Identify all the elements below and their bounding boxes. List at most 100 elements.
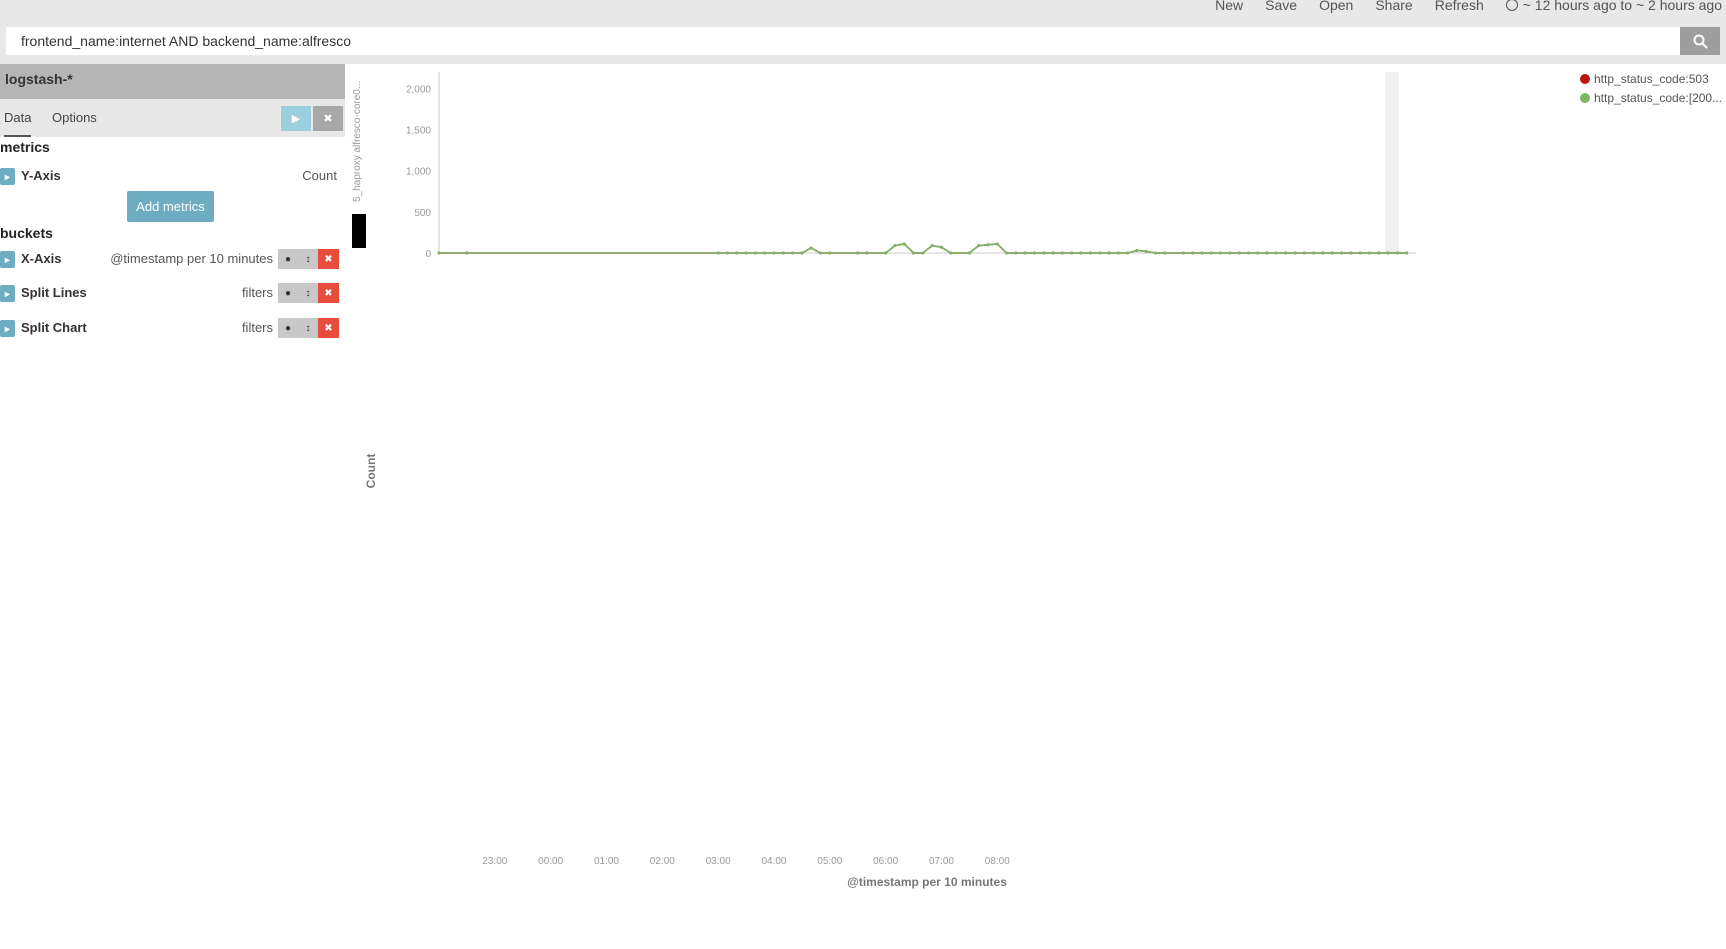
apply-button[interactable]: ▶	[281, 106, 311, 131]
data-point	[1181, 251, 1185, 255]
y-tick-label: 500	[414, 208, 431, 219]
data-point	[1079, 251, 1083, 255]
chevron-right-icon[interactable]: ►	[0, 320, 15, 337]
y-axis-title: Count	[364, 454, 378, 489]
discard-button[interactable]: ✖	[313, 106, 343, 131]
data-point	[1265, 251, 1269, 255]
bucket-row-split-chart[interactable]: ► Split Chart filters ● ↕ ✖	[0, 316, 345, 340]
bucket-label: X-Axis	[21, 251, 62, 266]
chevron-right-icon[interactable]: ►	[0, 251, 15, 268]
data-point	[949, 251, 953, 255]
y-tick-label: 2,000	[406, 84, 431, 95]
bucket-controls: ● ↕ ✖	[278, 318, 340, 338]
search-bar: frontend_name:internet AND backend_name:…	[0, 18, 1726, 64]
x-tick-label: 08:00	[985, 856, 1010, 867]
share-button[interactable]: Share	[1375, 0, 1412, 13]
panel-row-label: 5_haproxy alfresco-core0...	[352, 81, 363, 202]
data-point	[1405, 251, 1409, 255]
metrics-header: metrics	[0, 139, 50, 155]
legend-item-200[interactable]: http_status_code:[200...	[1580, 88, 1726, 107]
data-point	[1386, 251, 1390, 255]
x-axis-title: @timestamp per 10 minutes	[847, 875, 1007, 889]
data-point	[1191, 251, 1195, 255]
data-point	[1395, 251, 1399, 255]
chevron-right-icon[interactable]: ►	[0, 285, 15, 302]
data-point	[1274, 251, 1278, 255]
x-tick-label: 04:00	[761, 856, 786, 867]
data-point	[753, 251, 757, 255]
tab-options[interactable]: Options	[52, 99, 97, 137]
time-picker[interactable]: ~ 12 hours ago to ~ 2 hours ago	[1505, 0, 1722, 13]
data-point	[1284, 251, 1288, 255]
save-button[interactable]: Save	[1265, 0, 1297, 13]
data-point	[744, 251, 748, 255]
x-tick-label: 03:00	[706, 856, 731, 867]
data-point	[772, 251, 776, 255]
bucket-row-x-axis[interactable]: ► X-Axis @timestamp per 10 minutes ● ↕ ✖	[0, 247, 345, 271]
data-point	[1042, 251, 1046, 255]
x-tick-label: 02:00	[650, 856, 675, 867]
data-point	[1023, 251, 1027, 255]
data-point	[1116, 251, 1120, 255]
toggle-icon[interactable]: ●	[278, 283, 298, 303]
tab-data[interactable]: Data	[4, 99, 32, 137]
refresh-button[interactable]: Refresh	[1435, 0, 1484, 13]
remove-button[interactable]: ✖	[318, 318, 339, 338]
data-point	[1321, 251, 1325, 255]
toggle-icon[interactable]: ●	[278, 249, 298, 269]
toggle-icon[interactable]: ●	[278, 318, 298, 338]
data-point	[1358, 251, 1362, 255]
bucket-desc: filters	[241, 320, 273, 335]
data-point	[1349, 251, 1353, 255]
chevron-right-icon[interactable]: ►	[0, 168, 15, 185]
data-point	[856, 251, 860, 255]
top-menu: New Save Open Share Refresh ~ 12 hours a…	[1215, 0, 1726, 13]
y-axis-row[interactable]: ► Y-Axis Count	[0, 164, 345, 188]
data-point	[1051, 251, 1055, 255]
bucket-label: Split Chart	[21, 320, 87, 335]
top-menu-bar: New Save Open Share Refresh ~ 12 hours a…	[0, 0, 1726, 18]
data-point	[1088, 251, 1092, 255]
data-point	[865, 251, 869, 255]
close-icon: ✖	[323, 113, 333, 125]
open-button[interactable]: Open	[1319, 0, 1353, 13]
data-point	[828, 251, 832, 255]
sidebar-editor: logstash-* Data Options ▶ ✖ metrics ► Y-…	[0, 64, 345, 949]
y-tick-label: 0	[425, 249, 431, 260]
search-button[interactable]	[1680, 27, 1720, 55]
legend-dot	[1580, 73, 1590, 84]
data-point	[1135, 249, 1139, 253]
data-point	[437, 251, 441, 255]
drag-handle-icon[interactable]: ↕	[298, 283, 318, 303]
time-range-label: ~ 12 hours ago to ~ 2 hours ago	[1522, 0, 1722, 13]
x-tick-label: 01:00	[594, 856, 619, 867]
data-point	[1144, 249, 1148, 253]
bucket-row-split-lines[interactable]: ► Split Lines filters ● ↕ ✖	[0, 281, 345, 305]
data-point	[1312, 251, 1316, 255]
bucket-desc: filters	[241, 285, 273, 300]
data-point	[912, 251, 916, 255]
data-point	[1060, 251, 1064, 255]
x-tick-label: 07:00	[929, 856, 954, 867]
remove-button[interactable]: ✖	[318, 283, 339, 303]
bucket-controls: ● ↕ ✖	[278, 283, 340, 303]
data-point	[1014, 251, 1018, 255]
legend-item-503[interactable]: http_status_code:503	[1580, 69, 1726, 88]
panel-scroll-track	[1385, 72, 1399, 253]
data-point	[791, 251, 795, 255]
remove-button[interactable]: ✖	[318, 249, 339, 269]
data-point	[930, 244, 934, 248]
new-button[interactable]: New	[1215, 0, 1243, 13]
drag-handle-icon[interactable]: ↕	[298, 318, 318, 338]
data-point	[735, 251, 739, 255]
add-metrics-button[interactable]: Add metrics	[127, 191, 214, 222]
data-point	[1247, 251, 1251, 255]
x-tick-label: 23:00	[482, 856, 507, 867]
data-point	[939, 245, 943, 249]
data-point	[809, 246, 813, 250]
data-point	[921, 251, 925, 255]
data-point	[465, 251, 469, 255]
drag-handle-icon[interactable]: ↕	[298, 249, 318, 269]
data-point	[781, 251, 785, 255]
search-input[interactable]: frontend_name:internet AND backend_name:…	[6, 27, 1695, 55]
